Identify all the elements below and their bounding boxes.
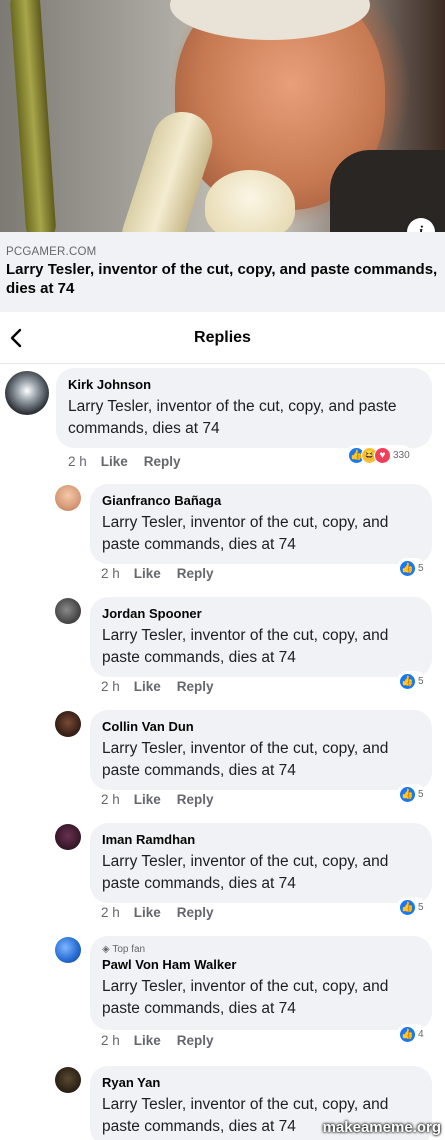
like-button[interactable]: Like <box>134 1033 161 1048</box>
reaction-count: 5 <box>418 562 424 574</box>
link-source: PCGAMER.COM <box>6 246 97 258</box>
like-reaction-icon: 👍 <box>399 785 416 803</box>
comment-actions: 2 h Like Reply <box>101 679 230 694</box>
comment-text: Larry Tesler, inventor of the cut, copy,… <box>102 978 389 1017</box>
comment-bubble[interactable]: Gianfranco Bañaga Larry Tesler, inventor… <box>90 484 432 564</box>
comment-bubble[interactable]: Iman Ramdhan Larry Tesler, inventor of t… <box>90 823 432 903</box>
watermark: makeameme.org <box>322 1119 441 1136</box>
like-button[interactable]: Like <box>134 679 161 694</box>
comment-timestamp: 2 h <box>101 792 120 807</box>
reply-button[interactable]: Reply <box>177 905 214 920</box>
comment-actions: 2 h Like Reply <box>101 905 230 920</box>
top-fan-badge: ◈ Top fan <box>102 944 420 955</box>
reaction-count: 5 <box>418 675 424 687</box>
avatar[interactable] <box>55 485 81 511</box>
like-reaction-icon: 👍 <box>399 898 416 916</box>
image-flower-bloom <box>205 170 295 232</box>
comment-author[interactable]: Ryan Yan <box>102 1074 420 1091</box>
comment-bubble[interactable]: ◈ Top fan Pawl Von Ham Walker Larry Tesl… <box>90 936 432 1030</box>
comment-timestamp: 2 h <box>101 905 120 920</box>
comment-timestamp: 2 h <box>101 566 120 581</box>
article-preview-image[interactable] <box>0 0 445 232</box>
comment-iman-ramdhan: Iman Ramdhan Larry Tesler, inventor of t… <box>0 823 445 927</box>
reply-button[interactable]: Reply <box>177 566 214 581</box>
avatar[interactable] <box>55 598 81 624</box>
page-title: Replies <box>194 329 251 346</box>
comment-text: Larry Tesler, inventor of the cut, copy,… <box>102 853 389 892</box>
avatar[interactable] <box>55 711 81 737</box>
reaction-summary[interactable]: 👍 5 <box>397 897 426 917</box>
avatar[interactable] <box>5 371 49 415</box>
comment-bubble[interactable]: Kirk Johnson Larry Tesler, inventor of t… <box>56 368 432 448</box>
comment-pawl-von-ham-walker: ◈ Top fan Pawl Von Ham Walker Larry Tesl… <box>0 936 445 1056</box>
comment-actions: 2 h Like Reply <box>101 1033 230 1048</box>
comment-jordan-spooner: Jordan Spooner Larry Tesler, inventor of… <box>0 597 445 701</box>
like-button[interactable]: Like <box>134 905 161 920</box>
comment-actions: 2 h Like Reply <box>101 792 230 807</box>
like-button[interactable]: Like <box>101 454 128 469</box>
comment-actions: 2 h Like Reply <box>101 566 230 581</box>
trophy-icon: ◈ <box>102 944 110 955</box>
like-reaction-icon: 👍 <box>399 559 416 577</box>
reaction-count: 5 <box>418 901 424 913</box>
avatar[interactable] <box>55 937 81 963</box>
comment-bubble[interactable]: Collin Van Dun Larry Tesler, inventor of… <box>90 710 432 790</box>
comment-text: Larry Tesler, inventor of the cut, copy,… <box>102 514 389 553</box>
comment-text: Larry Tesler, inventor of the cut, copy,… <box>68 398 397 437</box>
comment-bubble[interactable]: Jordan Spooner Larry Tesler, inventor of… <box>90 597 432 677</box>
comment-timestamp: 2 h <box>68 454 87 469</box>
avatar[interactable] <box>55 1067 81 1093</box>
reaction-summary[interactable]: 👍 5 <box>397 671 426 691</box>
comment-author[interactable]: Gianfranco Bañaga <box>102 492 420 509</box>
comment-timestamp: 2 h <box>101 679 120 694</box>
reaction-summary[interactable]: 👍 5 <box>397 558 426 578</box>
reaction-count: 330 <box>393 449 410 461</box>
like-button[interactable]: Like <box>134 792 161 807</box>
reply-button[interactable]: Reply <box>177 679 214 694</box>
like-reaction-icon: 👍 <box>399 1025 416 1043</box>
replies-header: Replies <box>0 316 445 364</box>
reply-button[interactable]: Reply <box>177 792 214 807</box>
comment-timestamp: 2 h <box>101 1033 120 1048</box>
reaction-summary[interactable]: 👍 😆 ♥ 330 <box>346 445 412 465</box>
reaction-summary[interactable]: 👍 4 <box>397 1024 426 1044</box>
avatar[interactable] <box>55 824 81 850</box>
comment-author[interactable]: Collin Van Dun <box>102 718 420 735</box>
comment-text: Larry Tesler, inventor of the cut, copy,… <box>102 740 389 779</box>
love-reaction-icon: ♥ <box>374 446 391 464</box>
reaction-summary[interactable]: 👍 5 <box>397 784 426 804</box>
comment-author[interactable]: Pawl Von Ham Walker <box>102 956 420 973</box>
comment-author[interactable]: Kirk Johnson <box>68 376 420 393</box>
top-fan-label: Top fan <box>112 944 146 955</box>
reaction-count: 5 <box>418 788 424 800</box>
comment-gianfranco-banaga: Gianfranco Bañaga Larry Tesler, inventor… <box>0 484 445 588</box>
reaction-count: 4 <box>418 1028 424 1040</box>
link-preview-meta[interactable]: PCGAMER.COM Larry Tesler, inventor of th… <box>0 232 445 312</box>
like-reaction-icon: 👍 <box>399 672 416 690</box>
link-headline[interactable]: Larry Tesler, inventor of the cut, copy,… <box>6 260 439 298</box>
reply-button[interactable]: Reply <box>177 1033 214 1048</box>
comment-actions: 2 h Like Reply <box>68 454 197 469</box>
like-button[interactable]: Like <box>134 566 161 581</box>
reply-button[interactable]: Reply <box>144 454 181 469</box>
comment-collin-van-dun: Collin Van Dun Larry Tesler, inventor of… <box>0 710 445 814</box>
comment-kirk-johnson: Kirk Johnson Larry Tesler, inventor of t… <box>0 368 445 472</box>
comment-author[interactable]: Jordan Spooner <box>102 605 420 622</box>
comment-text: Larry Tesler, inventor of the cut, copy,… <box>102 627 389 666</box>
comment-author[interactable]: Iman Ramdhan <box>102 831 420 848</box>
